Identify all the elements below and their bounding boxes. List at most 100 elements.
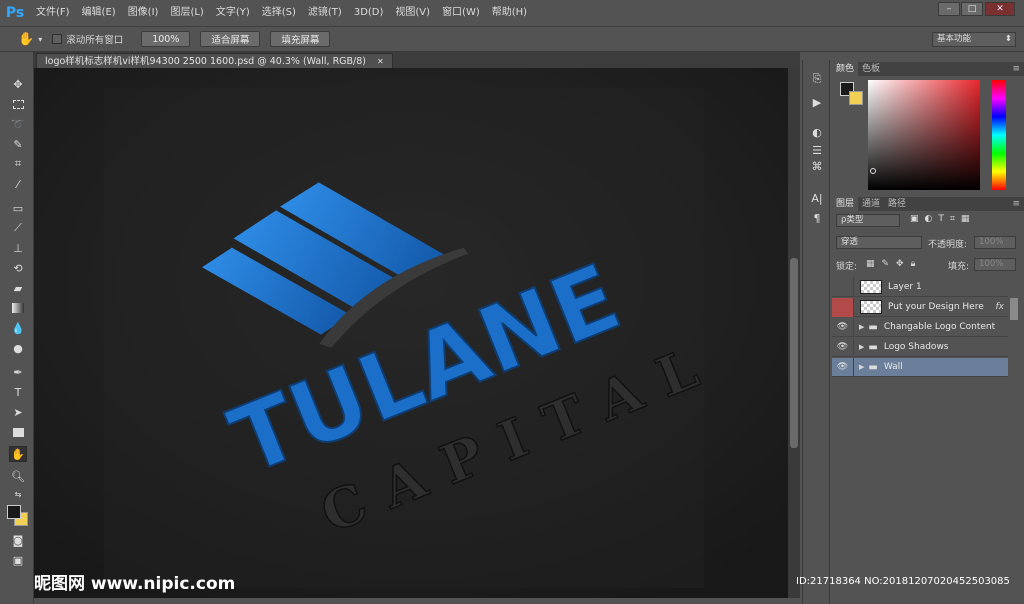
workspace-value: 基本功能 [937, 34, 972, 44]
marquee-tool-icon[interactable] [9, 96, 27, 112]
menu-item[interactable]: 视图(V) [389, 0, 436, 26]
menu-item[interactable]: 文字(Y) [210, 0, 256, 26]
type-tool-icon[interactable]: T [9, 384, 27, 400]
folder-icon: ▬ [868, 321, 878, 333]
properties-panel-icon[interactable]: ☰ [809, 144, 825, 158]
vertical-scrollbar[interactable] [788, 68, 800, 598]
fill-screen-button[interactable]: 填充屏幕 [270, 31, 331, 47]
color-picker-cursor[interactable] [870, 168, 876, 174]
lasso-tool-icon[interactable]: ➰ [9, 116, 27, 132]
menu-item[interactable]: 滤镜(T) [302, 0, 348, 26]
layer-row[interactable]: 👁︎ ▶ ▬ Logo Shadows [832, 337, 1008, 357]
menu-item[interactable]: 帮助(H) [486, 0, 533, 26]
actions-play-icon[interactable]: ▶ [809, 96, 825, 110]
lock-icons[interactable]: ▦✎✥🔒︎ [866, 259, 922, 269]
opacity-field[interactable]: 100% [974, 236, 1016, 249]
document-canvas[interactable]: TULANE CAPITAL 昵图网 www.nipic.com [34, 68, 788, 598]
hand-tool-icon[interactable]: ✋ [9, 446, 27, 462]
healing-brush-tool-icon[interactable]: ▭ [9, 200, 27, 216]
layer-visibility-icon[interactable] [832, 277, 854, 297]
foreground-color-swatch[interactable] [7, 505, 21, 519]
layer-effects-icon[interactable]: fx [996, 302, 1005, 312]
swatches-grid-icon[interactable]: ⌘ [809, 160, 825, 174]
layer-filter-select[interactable]: ρ类型 [836, 214, 900, 227]
menu-item[interactable]: 图像(I) [122, 0, 165, 26]
layers-panel-menu-icon[interactable]: ≡ [1008, 197, 1024, 211]
expand-triangle-icon[interactable]: ▶ [859, 343, 864, 351]
workspace-select[interactable]: 基本功能 ⬍ [932, 32, 1016, 47]
tab-channels[interactable]: 通道 [858, 197, 884, 211]
menu-list: 文件(F) 编辑(E) 图像(I) 图层(L) 文字(Y) 选择(S) 滤镜(T) 3D(D)… [30, 0, 533, 26]
scroll-all-checkbox[interactable] [52, 34, 63, 44]
move-tool-icon[interactable]: ✥ [9, 76, 27, 92]
brush-tool-icon[interactable]: ⟋ [9, 220, 27, 236]
color-picker-field[interactable] [868, 80, 980, 190]
layer-visibility-icon[interactable] [832, 297, 854, 317]
menu-item[interactable]: 编辑(E) [76, 0, 122, 26]
close-tab-icon[interactable]: ✕ [377, 57, 384, 66]
tool-preset-chevron-icon[interactable]: ▾ [38, 35, 42, 44]
close-button[interactable]: ✕ [985, 2, 1015, 16]
scrollbar-thumb[interactable] [790, 258, 798, 448]
fill-field[interactable]: 100% [974, 258, 1016, 271]
shape-tool-icon[interactable] [9, 424, 27, 440]
character-panel-icon[interactable]: A| [809, 192, 825, 206]
screen-mode-icon[interactable]: ▣ [9, 552, 27, 568]
panel-menu-icon[interactable]: ≡ [1008, 62, 1024, 76]
paragraph-panel-icon[interactable]: ¶ [809, 212, 825, 226]
clone-stamp-tool-icon[interactable]: ⊥ [9, 240, 27, 256]
tab-color[interactable]: 颜色 [832, 62, 859, 76]
layer-name: Changable Logo Content [883, 322, 996, 332]
layer-row[interactable]: Layer 1 [832, 277, 1008, 297]
menu-bar: Ps 文件(F) 编辑(E) 图像(I) 图层(L) 文字(Y) 选择(S) 滤镜(T) 3D… [0, 0, 1024, 26]
menu-item[interactable]: 窗口(W) [436, 0, 486, 26]
layer-visibility-icon[interactable]: 👁︎ [832, 337, 854, 357]
layer-filter-icons[interactable]: ▣◐T⌗▦ [910, 214, 975, 224]
blend-mode-select[interactable]: 穿透 [836, 236, 922, 249]
restore-button[interactable]: □ [961, 2, 983, 16]
pen-tool-icon[interactable]: ✒ [9, 364, 27, 380]
color-background-swatch[interactable] [849, 91, 863, 105]
layer-visibility-icon[interactable]: 👁︎ [832, 317, 854, 337]
folder-icon: ▬ [868, 361, 878, 373]
tab-swatches[interactable]: 色板 [858, 62, 884, 76]
expand-triangle-icon[interactable]: ▶ [859, 363, 864, 371]
swap-colors-icon[interactable]: ⇆ [9, 486, 27, 502]
quick-select-tool-icon[interactable]: ✎ [9, 136, 27, 152]
zoom-100-button[interactable]: 100% [141, 31, 191, 47]
tab-paths[interactable]: 路径 [884, 197, 910, 211]
history-brush-tool-icon[interactable]: ⟲ [9, 260, 27, 276]
hand-tool-icon[interactable]: ✋ [18, 32, 34, 47]
tab-layers[interactable]: 图层 [832, 197, 859, 211]
crop-tool-icon[interactable]: ⌗ [9, 156, 27, 172]
hue-slider[interactable] [992, 80, 1006, 190]
layer-row[interactable]: 👁︎ ▶ ▬ Changable Logo Content [832, 317, 1008, 337]
zoom-tool-icon[interactable]: 🔍︎ [9, 468, 27, 484]
document-tab[interactable]: logo样机标志样机vi样机94300 2500 1600.psd @ 40.3… [36, 53, 393, 68]
fit-screen-button[interactable]: 适合屏幕 [200, 31, 261, 47]
menu-item[interactable]: 文件(F) [30, 0, 76, 26]
gradient-tool-icon[interactable] [9, 300, 27, 316]
quick-mask-icon[interactable]: ◙ [9, 532, 27, 548]
adjustments-panel-icon[interactable]: ◐ [809, 126, 825, 140]
path-select-tool-icon[interactable]: ➤ [9, 404, 27, 420]
layer-row[interactable]: 👁︎ ▶ ▬ Wall [832, 357, 1008, 377]
layer-visibility-icon[interactable]: 👁︎ [832, 357, 854, 377]
color-panel-tabs: 颜色 色板 ≡ [832, 62, 1024, 76]
expand-triangle-icon[interactable]: ▶ [859, 323, 864, 331]
layers-scrollbar-thumb[interactable] [1010, 298, 1018, 320]
menu-item[interactable]: 图层(L) [164, 0, 209, 26]
blur-tool-icon[interactable]: 💧 [9, 320, 27, 336]
layers-list: Layer 1 Put your Design Here fx 👁︎ ▶ ▬ Changab… [832, 277, 1024, 388]
eraser-tool-icon[interactable]: ▰ [9, 280, 27, 296]
history-panel-icon[interactable]: ⎘ [809, 72, 825, 86]
panel-icon-strip: ⎘ ▶ ◐ ☰ ⌘ A| ¶ [802, 60, 830, 604]
minimize-button[interactable]: – [938, 2, 960, 16]
eyedropper-tool-icon[interactable]: ⁄ [9, 176, 27, 192]
dodge-tool-icon[interactable]: ● [9, 340, 27, 356]
menu-item[interactable]: 3D(D) [348, 0, 390, 26]
layer-filter-value: ρ类型 [841, 215, 864, 225]
document-tab-title: logo样机标志样机vi样机94300 2500 1600.psd @ 40.3… [45, 56, 367, 67]
menu-item[interactable]: 选择(S) [256, 0, 302, 26]
layer-row[interactable]: Put your Design Here fx [832, 297, 1008, 317]
